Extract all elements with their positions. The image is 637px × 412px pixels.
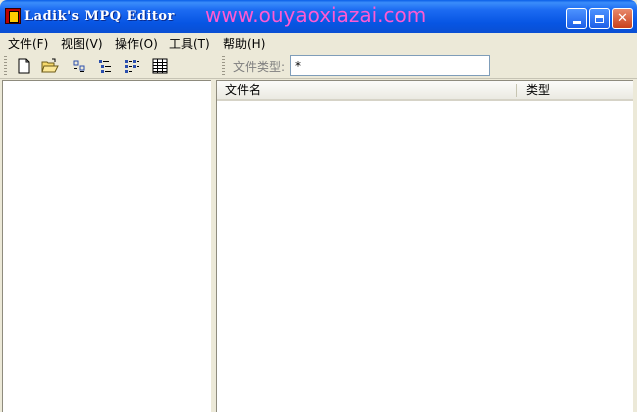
app-icon[interactable] [5, 8, 21, 24]
new-button[interactable] [14, 56, 34, 76]
watermark: www.ouyaoxiazai.com [205, 3, 427, 27]
toolbar-grip[interactable] [4, 56, 7, 75]
folder-tree-pane[interactable] [2, 80, 211, 412]
filetype-label: 文件类型: [233, 60, 286, 74]
small-icons-view-button[interactable] [69, 56, 89, 76]
menu-help[interactable]: 帮助(H) [223, 35, 265, 52]
maximize-icon [595, 14, 604, 23]
close-icon: ✕ [617, 11, 628, 26]
column-header-filename[interactable]: 文件名 [217, 81, 517, 99]
menu-bar: 文件(F) 视图(V) 操作(O) 工具(T) 帮助(H) [0, 33, 637, 52]
list-view-icon [125, 60, 139, 73]
column-header-type[interactable]: 类型 [517, 81, 634, 99]
menu-file[interactable]: 文件(F) [8, 35, 48, 52]
maximize-button[interactable] [589, 8, 610, 29]
window-title: Ladik's MPQ Editor [24, 9, 175, 24]
list-header: 文件名 类型 [217, 81, 633, 101]
mpq-editor-window: Ladik's MPQ Editor www.ouyaoxiazai.com ✕… [0, 0, 637, 412]
small-icons-view-icon [73, 60, 85, 72]
filetype-input[interactable] [290, 55, 490, 76]
tree-view-icon [99, 60, 111, 73]
minimize-button[interactable] [566, 8, 587, 29]
details-view-icon [152, 58, 168, 74]
column-header-filename-label: 文件名 [225, 83, 262, 97]
menu-tools[interactable]: 工具(T) [169, 35, 210, 52]
menu-view[interactable]: 视图(V) [61, 35, 103, 52]
column-header-type-label: 类型 [526, 83, 551, 97]
file-list-pane[interactable]: 文件名 类型 [216, 80, 633, 412]
new-file-icon [18, 58, 30, 74]
open-button[interactable] [40, 56, 60, 76]
tree-view-button[interactable] [95, 56, 115, 76]
close-button[interactable]: ✕ [612, 8, 633, 29]
minimize-icon [572, 21, 581, 24]
window-right-edge [633, 80, 637, 412]
open-folder-icon [41, 58, 59, 73]
menu-operation[interactable]: 操作(O) [115, 35, 158, 52]
title-bar[interactable]: Ladik's MPQ Editor www.ouyaoxiazai.com ✕ [0, 0, 637, 33]
toolbar-grip-2[interactable] [222, 56, 225, 75]
list-view-button[interactable] [122, 56, 142, 76]
details-view-button[interactable] [150, 56, 170, 76]
toolbar: 文件类型: [0, 52, 637, 79]
